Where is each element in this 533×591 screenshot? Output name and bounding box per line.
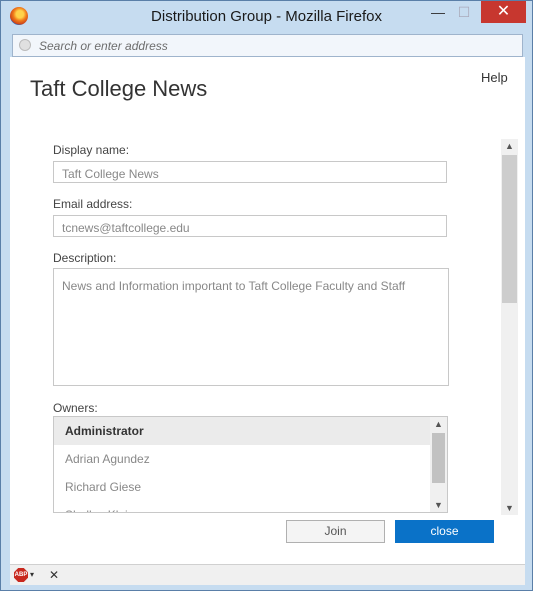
list-item[interactable]: Richard Giese [54, 473, 430, 501]
page-title: Taft College News [30, 76, 208, 101]
list-item[interactable]: Adrian Agundez [54, 445, 430, 473]
address-bar[interactable]: Search or enter address [12, 34, 523, 57]
chevron-up-icon[interactable]: ▲ [501, 139, 518, 153]
email-field[interactable]: tcnews@taftcollege.edu [53, 215, 447, 237]
owners-list[interactable]: Administrator Adrian Agundez Richard Gie… [53, 416, 448, 513]
chevron-down-icon[interactable]: ▾ [30, 570, 34, 579]
address-input[interactable]: Search or enter address [39, 39, 168, 53]
window-close-button[interactable]: ✕ [481, 1, 526, 23]
page-scrollbar[interactable]: ▲ ▼ [501, 139, 518, 515]
maximize-button[interactable]: ☐ [453, 1, 475, 23]
owners-scroll-thumb[interactable] [432, 433, 445, 483]
owners-label: Owners: [53, 401, 98, 415]
browser-window: Distribution Group - Mozilla Firefox — ☐… [0, 0, 533, 591]
owners-scrollbar[interactable]: ▲ ▼ [430, 417, 447, 512]
chevron-down-icon[interactable]: ▼ [501, 501, 518, 515]
close-button[interactable]: close [395, 520, 494, 543]
status-bar: ABP ▾ ✕ [10, 564, 525, 585]
email-label: Email address: [53, 197, 133, 211]
globe-icon [19, 39, 31, 51]
close-icon[interactable]: ✕ [49, 568, 59, 582]
title-bar: Distribution Group - Mozilla Firefox — ☐… [1, 1, 532, 33]
display-name-field[interactable]: Taft College News [53, 161, 447, 183]
chevron-up-icon[interactable]: ▲ [430, 417, 447, 431]
description-field[interactable]: News and Information important to Taft C… [53, 268, 449, 386]
adblock-icon[interactable]: ABP [14, 568, 28, 582]
page-scroll-thumb[interactable] [502, 155, 517, 303]
help-link[interactable]: Help [481, 70, 508, 85]
join-button[interactable]: Join [286, 520, 385, 543]
list-item[interactable]: Administrator [54, 417, 430, 445]
chevron-down-icon[interactable]: ▼ [430, 498, 447, 512]
list-item[interactable]: Shelley Klein [54, 501, 430, 512]
display-name-label: Display name: [53, 143, 130, 157]
description-label: Description: [53, 251, 117, 265]
page-content: Taft College News Help Display name: Taf… [10, 57, 525, 564]
minimize-button[interactable]: — [426, 1, 450, 23]
